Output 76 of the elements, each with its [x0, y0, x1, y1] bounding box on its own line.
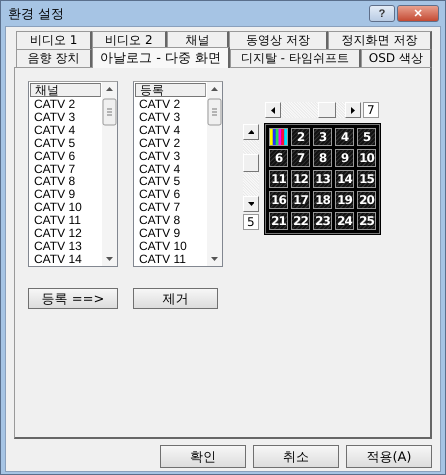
- list-item[interactable]: CATV 5: [135, 175, 206, 188]
- screen-cell[interactable]: 18: [313, 191, 332, 209]
- slider-thumb[interactable]: [318, 102, 336, 118]
- tab[interactable]: 음향 장치: [16, 49, 92, 67]
- screen-cell[interactable]: 7: [291, 149, 310, 167]
- screen-cell[interactable]: 15: [357, 170, 376, 188]
- list-item[interactable]: CATV 4: [30, 124, 101, 137]
- tab[interactable]: 정지화면 저장: [328, 31, 432, 49]
- list-item[interactable]: CATV 8: [135, 214, 206, 228]
- scroll-left-button[interactable]: [265, 102, 281, 118]
- screen-cell[interactable]: 8: [313, 149, 332, 167]
- screen-cell[interactable]: 6: [269, 149, 288, 167]
- screen-cell[interactable]: 16: [269, 191, 288, 209]
- screen-cell[interactable]: 14: [335, 170, 354, 188]
- slider-value: 7: [363, 102, 379, 118]
- screen-cell[interactable]: 21: [269, 212, 288, 230]
- screen-cell[interactable]: 17: [291, 191, 310, 209]
- tab[interactable]: OSD 색상: [360, 49, 432, 67]
- list-item[interactable]: CATV 3: [135, 150, 206, 163]
- list-item[interactable]: CATV 6: [135, 188, 206, 202]
- tab[interactable]: 디지탈 - 타임쉬프트: [230, 49, 361, 67]
- apply-button[interactable]: 적용(A): [346, 445, 432, 468]
- list-item[interactable]: CATV 12: [30, 227, 101, 240]
- screen-cell[interactable]: 10: [357, 149, 376, 167]
- screen-cell[interactable]: 3: [313, 128, 332, 146]
- list-item[interactable]: CATV 11: [135, 252, 206, 266]
- screen-cell[interactable]: 4: [335, 128, 354, 146]
- list-item[interactable]: CATV 10: [135, 240, 206, 253]
- list-item[interactable]: CATV 7: [135, 201, 206, 214]
- horizontal-slider[interactable]: [265, 102, 361, 118]
- screen-cell[interactable]: 2: [291, 128, 310, 146]
- column-header[interactable]: 채널: [30, 83, 101, 97]
- list-item[interactable]: CATV 14: [30, 252, 101, 266]
- remove-button[interactable]: 제거: [133, 288, 218, 309]
- add-button[interactable]: 등록 ==>: [28, 288, 118, 309]
- list-item[interactable]: CATV 13: [30, 240, 101, 253]
- screen-cell[interactable]: 23: [313, 212, 332, 230]
- list-item[interactable]: CATV 4: [135, 124, 206, 137]
- list-item[interactable]: CATV 3: [30, 110, 101, 124]
- scrollbar[interactable]: [207, 82, 222, 266]
- list-item[interactable]: CATV 2: [30, 98, 101, 111]
- list-item[interactable]: CATV 2: [135, 136, 206, 150]
- list-item[interactable]: CATV 4: [135, 162, 206, 176]
- list-item[interactable]: CATV 5: [30, 136, 101, 150]
- column-header[interactable]: 등록: [135, 83, 206, 97]
- screen-cell[interactable]: 13: [313, 170, 332, 188]
- screen-cell[interactable]: 5: [357, 128, 376, 146]
- screen-cell[interactable]: 20: [357, 191, 376, 209]
- screen-cell[interactable]: 11: [269, 170, 288, 188]
- screen-cell[interactable]: 9: [335, 149, 354, 167]
- help-button[interactable]: ?: [369, 5, 395, 22]
- window-title: 환경 설정: [8, 6, 64, 22]
- screen-cell[interactable]: 22: [291, 212, 310, 230]
- list-item[interactable]: CATV 11: [30, 214, 101, 228]
- screen-cell[interactable]: 12: [291, 170, 310, 188]
- screen-cell[interactable]: 24: [335, 212, 354, 230]
- color-bars-icon[interactable]: [270, 129, 287, 145]
- list-item[interactable]: CATV 7: [30, 162, 101, 176]
- ok-button[interactable]: 확인: [160, 445, 246, 468]
- list-item[interactable]: CATV 2: [135, 98, 206, 111]
- slider-value: 5: [243, 214, 259, 230]
- list-item[interactable]: CATV 6: [30, 150, 101, 163]
- left-arrow-icon: [270, 106, 276, 114]
- scrollbar[interactable]: [102, 82, 117, 266]
- scroll-right-button[interactable]: [345, 102, 361, 118]
- tab[interactable]: 아날로그 - 다중 화면: [92, 47, 230, 68]
- list-item[interactable]: CATV 10: [30, 201, 101, 214]
- list-item[interactable]: CATV 9: [30, 188, 101, 202]
- list-item[interactable]: CATV 9: [135, 227, 206, 240]
- right-arrow-icon: [350, 106, 356, 114]
- list-item[interactable]: CATV 8: [30, 175, 101, 188]
- tab[interactable]: 동영상 저장: [228, 31, 328, 49]
- screen-cell[interactable]: 25: [357, 212, 376, 230]
- screen-cell[interactable]: 19: [335, 191, 354, 209]
- cancel-button[interactable]: 취소: [253, 445, 339, 468]
- list-item[interactable]: CATV 3: [135, 110, 206, 124]
